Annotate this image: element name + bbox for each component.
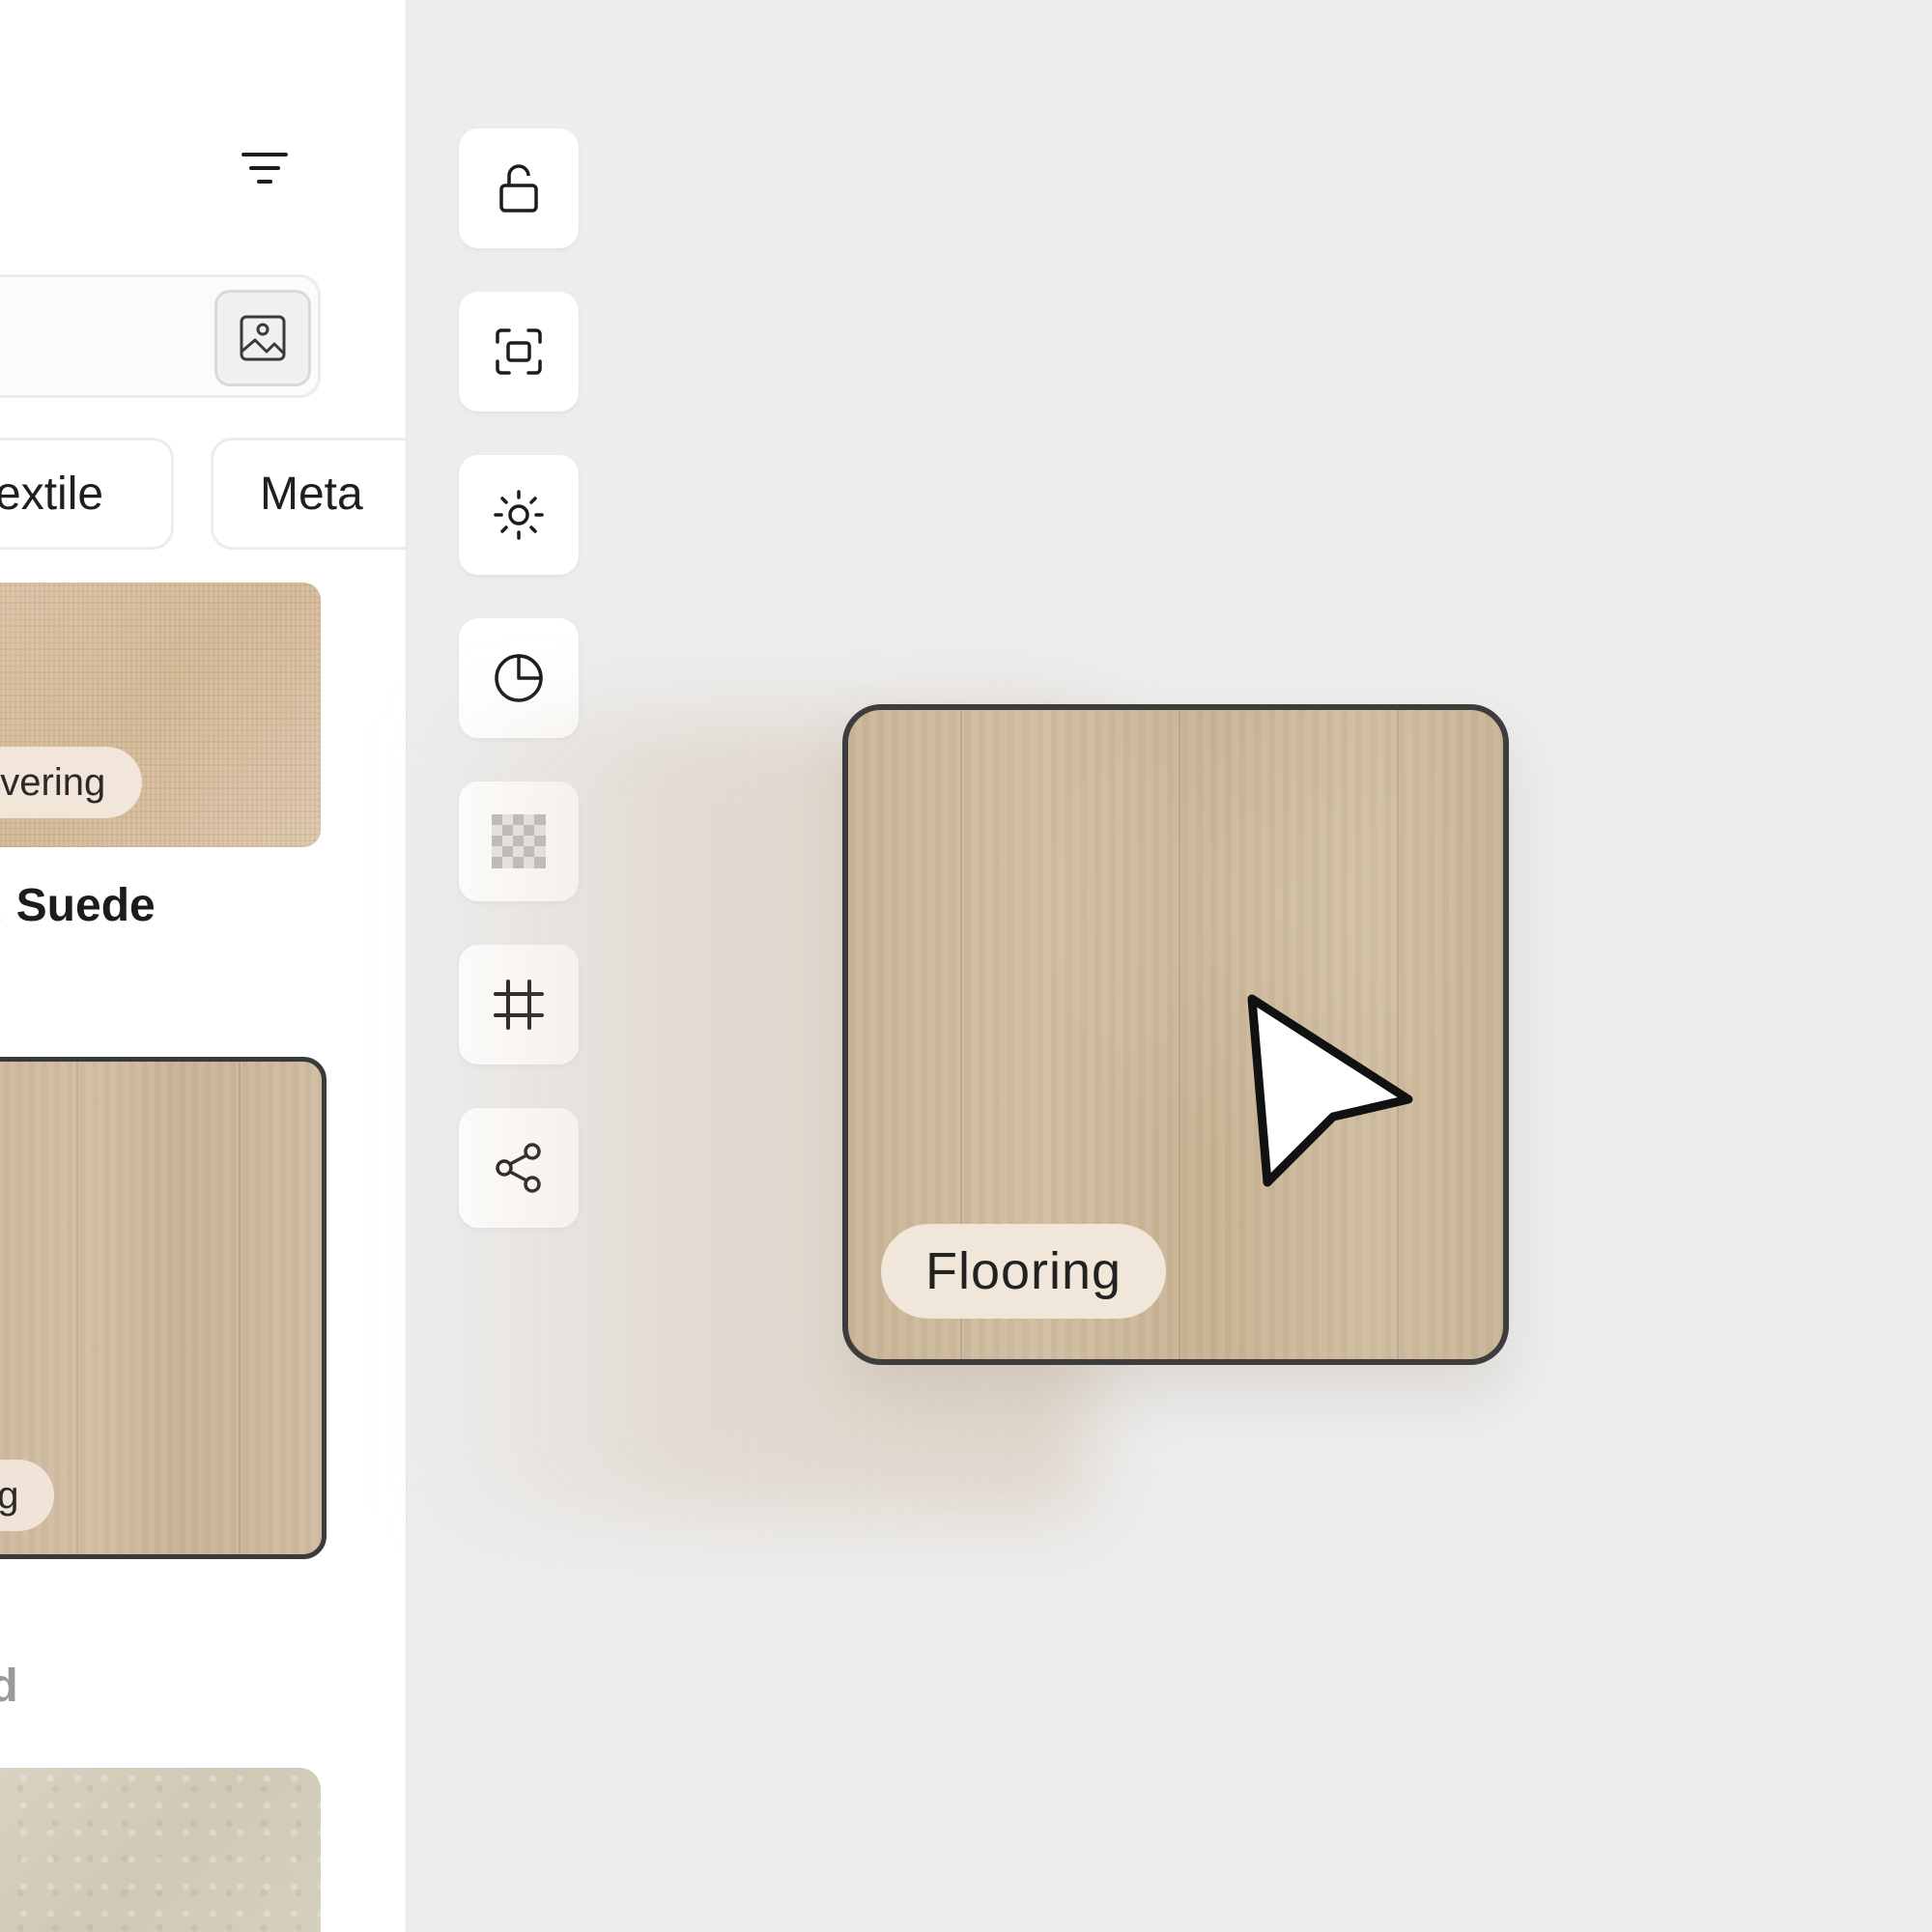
pointer-arrow-icon [1247, 994, 1413, 1187]
material-tag: overing [0, 747, 143, 818]
material-title: od [0, 1660, 18, 1713]
focus-frame-icon [496, 328, 542, 375]
filter-icon [242, 153, 288, 184]
material-library-panel: extile Meta overing d Suede ng od [0, 0, 407, 1932]
category-chip-textile[interactable]: extile [0, 438, 174, 550]
material-card-suede[interactable]: overing [0, 582, 321, 847]
image-icon [240, 315, 286, 361]
material-tag: Flooring [881, 1224, 1167, 1319]
material-title: d Suede [0, 880, 156, 931]
material-tag: ng [0, 1460, 54, 1531]
material-card-wood[interactable]: ng [0, 1057, 327, 1559]
filter-button[interactable] [236, 145, 294, 193]
focus-button[interactable] [459, 292, 579, 412]
brightness-button[interactable] [459, 455, 579, 575]
lock-button[interactable] [459, 128, 579, 248]
contrast-icon [495, 654, 543, 702]
chip-label: Meta [260, 468, 363, 520]
brightness-icon [494, 490, 544, 540]
unlock-icon [499, 164, 538, 213]
material-card-stone[interactable] [0, 1768, 321, 1932]
category-chip-metal[interactable]: Meta [211, 438, 406, 550]
image-search-button[interactable] [214, 290, 311, 386]
chip-label: extile [0, 468, 104, 520]
